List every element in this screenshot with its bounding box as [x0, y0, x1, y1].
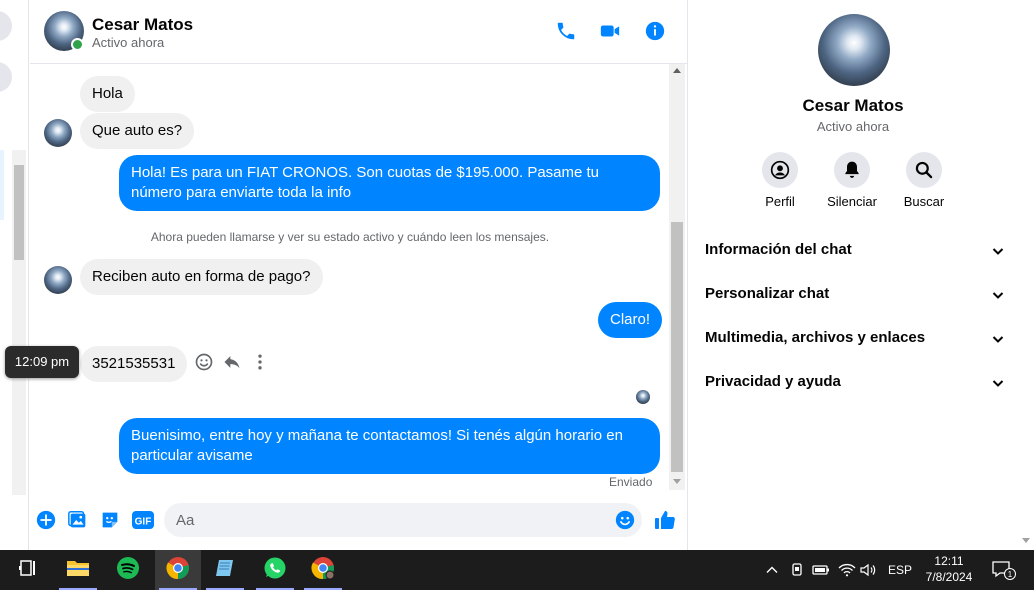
react-emoji-icon[interactable]	[194, 352, 214, 372]
more-options-icon[interactable]	[250, 352, 270, 372]
chrome-profile-button[interactable]	[300, 550, 346, 590]
section-media-files[interactable]: Multimedia, archivos y enlaces	[705, 329, 1005, 357]
selected-chat-indicator	[0, 150, 4, 220]
spotify-button[interactable]	[105, 550, 151, 590]
chevron-down-icon	[991, 244, 1005, 258]
taskbar-clock[interactable]: 12:11 7/8/2024	[920, 553, 978, 585]
search-icon	[906, 152, 942, 188]
phone-icon[interactable]	[555, 20, 577, 42]
bell-icon	[834, 152, 870, 188]
page-scrollbar[interactable]	[1017, 0, 1034, 550]
folder-icon	[66, 558, 90, 583]
gif-icon[interactable]: GIF	[131, 509, 155, 531]
message-incoming[interactable]: Que auto es?	[80, 113, 195, 149]
whatsapp-button[interactable]	[252, 550, 298, 590]
sent-status: Enviado	[609, 475, 653, 489]
notes-app-button[interactable]	[202, 550, 248, 590]
scroll-down-arrow-icon[interactable]	[673, 479, 681, 484]
section-label: Información del chat	[705, 241, 852, 258]
wifi-icon[interactable]	[838, 550, 856, 590]
message-outgoing[interactable]: Claro!	[598, 302, 663, 338]
reply-icon[interactable]	[222, 352, 242, 372]
sticker-icon[interactable]	[99, 509, 121, 531]
emoji-icon[interactable]	[614, 509, 636, 531]
info-icon[interactable]	[644, 20, 666, 42]
file-explorer-button[interactable]	[55, 550, 101, 590]
thumbs-up-icon[interactable]	[653, 508, 677, 532]
clock-time: 12:11	[934, 554, 964, 568]
chevron-up-icon[interactable]	[765, 550, 779, 590]
chat-header: Cesar Matos Activo ahora	[30, 0, 687, 64]
contact-name[interactable]: Cesar Matos	[92, 15, 193, 35]
contact-avatar-small[interactable]	[44, 119, 72, 147]
timestamp-tooltip: 12:09 pm	[5, 346, 79, 378]
message-incoming[interactable]: Hola	[80, 76, 135, 112]
section-customize-chat[interactable]: Personalizar chat	[705, 285, 1005, 313]
section-label: Privacidad y ayuda	[705, 373, 841, 390]
section-privacy-help[interactable]: Privacidad y ayuda	[705, 373, 1005, 401]
contact-status: Activo ahora	[92, 35, 165, 50]
chrome-icon	[311, 556, 335, 585]
chevron-down-icon	[991, 332, 1005, 346]
video-call-icon[interactable]	[599, 20, 621, 42]
scroll-down-arrow-icon[interactable]	[1022, 538, 1030, 543]
profile-icon	[762, 152, 798, 188]
task-view-button[interactable]	[5, 550, 51, 590]
battery-icon[interactable]	[812, 550, 830, 590]
chrome-button-active[interactable]	[155, 550, 201, 590]
chevron-down-icon	[991, 288, 1005, 302]
profile-label: Perfil	[765, 194, 795, 209]
gif-icon-label: GIF	[135, 517, 152, 528]
scroll-up-arrow-icon[interactable]	[673, 68, 681, 73]
search-button[interactable]: Buscar	[884, 152, 964, 209]
plus-icon[interactable]	[35, 509, 57, 531]
section-label: Personalizar chat	[705, 285, 830, 302]
notepad-icon	[214, 557, 236, 584]
section-chat-info[interactable]: Información del chat	[705, 241, 1005, 269]
mute-button[interactable]: Silenciar	[812, 152, 892, 209]
section-label: Multimedia, archivos y enlaces	[705, 329, 926, 346]
notification-center-icon[interactable]: 1	[991, 550, 1017, 590]
clock-date: 7/8/2024	[925, 570, 973, 584]
spotify-icon	[116, 556, 140, 585]
info-contact-status: Activo ahora	[816, 119, 890, 134]
seen-avatar-indicator	[636, 390, 650, 404]
message-outgoing[interactable]: Hola! Es para un FIAT CRONOS. Son cuotas…	[119, 155, 660, 211]
usb-device-icon[interactable]	[790, 550, 804, 590]
volume-icon[interactable]	[860, 550, 878, 590]
chevron-down-icon	[991, 376, 1005, 390]
gallery-icon[interactable]	[67, 509, 89, 531]
info-avatar[interactable]	[818, 14, 890, 86]
contact-avatar-small[interactable]	[44, 266, 72, 294]
task-view-icon	[18, 559, 38, 582]
chrome-icon	[166, 556, 190, 585]
mute-label: Silenciar	[827, 194, 877, 209]
message-incoming[interactable]: 3521535531	[80, 346, 188, 382]
notification-count: 1	[1008, 570, 1013, 579]
system-note: Ahora pueden llamarse y ver su estado ac…	[150, 230, 550, 244]
nav-circle[interactable]	[0, 11, 12, 41]
nav-circle[interactable]	[0, 62, 12, 92]
online-indicator	[71, 38, 84, 51]
message-scroll-thumb[interactable]	[671, 222, 683, 472]
search-label: Buscar	[903, 194, 945, 209]
message-incoming[interactable]: Reciben auto en forma de pago?	[80, 259, 323, 295]
message-outgoing[interactable]: Buenisimo, entre hoy y mañana te contact…	[119, 418, 660, 474]
chat-info-panel: Cesar Matos Activo ahora Perfil Silencia…	[687, 0, 1017, 550]
message-input[interactable]	[164, 503, 642, 537]
language-indicator[interactable]: ESP	[888, 550, 912, 590]
info-contact-name: Cesar Matos	[802, 96, 904, 115]
chat-list-scroll-thumb[interactable]	[14, 165, 24, 260]
profile-button[interactable]: Perfil	[740, 152, 820, 209]
left-column-edge	[0, 0, 29, 550]
whatsapp-icon	[263, 556, 287, 585]
